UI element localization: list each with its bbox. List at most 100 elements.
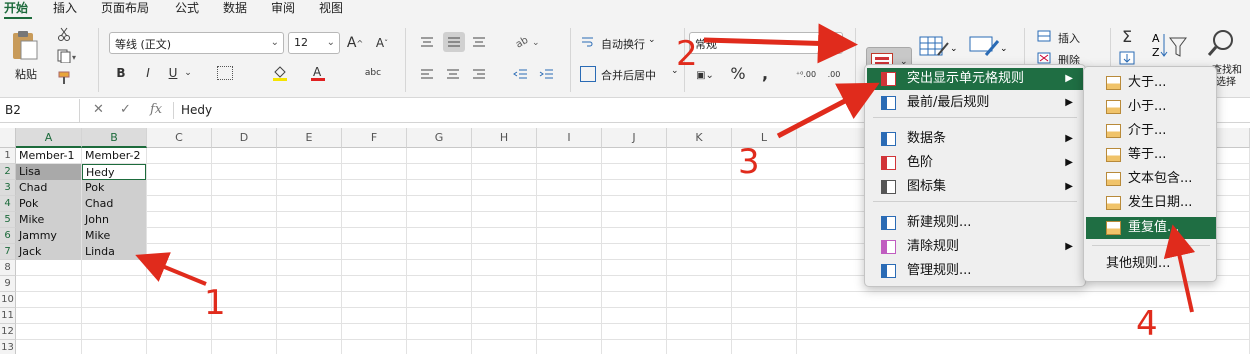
align-center-icon[interactable]: [444, 66, 462, 82]
column-header-h[interactable]: H: [472, 128, 537, 148]
row-header-5[interactable]: 5: [0, 212, 16, 228]
copy-icon[interactable]: ▾: [56, 48, 80, 64]
column-header-a[interactable]: A: [16, 128, 82, 148]
align-bottom-icon[interactable]: [470, 34, 488, 50]
decrease-decimal-icon[interactable]: .00: [823, 65, 845, 83]
column-header-j[interactable]: J: [602, 128, 667, 148]
tab-data[interactable]: 数据: [223, 1, 247, 15]
formula-input[interactable]: Hedy: [181, 103, 212, 117]
cell-b7[interactable]: Linda: [82, 244, 146, 260]
cf-menu-item-3[interactable]: 色阶 ▶: [867, 152, 1083, 174]
cell-a7[interactable]: Jack: [16, 244, 81, 260]
cf-menu-item-5[interactable]: 新建规则...: [867, 212, 1083, 234]
cell-a3[interactable]: Chad: [16, 180, 81, 196]
wrap-text-button[interactable]: 自动换行: [601, 36, 645, 52]
font-name-combo[interactable]: 等线 (正文) ⌄: [109, 32, 284, 54]
cf-menu-item-7[interactable]: 管理规则...: [867, 260, 1083, 282]
cell-a5[interactable]: Mike: [16, 212, 81, 228]
row-header-2[interactable]: 2: [0, 164, 16, 180]
autosum-icon[interactable]: Σ: [1118, 27, 1136, 46]
tab-page-layout[interactable]: 页面布局: [101, 1, 149, 15]
row-header-11[interactable]: 11: [0, 308, 16, 324]
insert-cells-button[interactable]: 插入: [1058, 30, 1080, 46]
highlight-rule-item-7[interactable]: 其他规则...: [1086, 253, 1216, 275]
tab-review[interactable]: 审阅: [271, 1, 295, 15]
highlight-rule-item-2[interactable]: 介于...: [1086, 120, 1216, 142]
cell-b3[interactable]: Pok: [82, 180, 146, 196]
find-select-label-2[interactable]: 选择: [1216, 77, 1236, 88]
name-box[interactable]: B2: [0, 99, 80, 122]
number-format-combo[interactable]: 常规: [689, 32, 843, 54]
sort-filter-icon[interactable]: AZ: [1150, 28, 1190, 64]
highlight-rule-item-4[interactable]: 文本包含...: [1086, 168, 1216, 190]
decrease-font-icon[interactable]: Aˇ: [372, 34, 392, 52]
tab-view[interactable]: 视图: [319, 1, 343, 15]
cell-b6[interactable]: Mike: [82, 228, 146, 244]
tab-insert[interactable]: 插入: [53, 1, 77, 15]
cell-styles-icon[interactable]: ⌄: [968, 33, 1008, 61]
merge-center-button[interactable]: 合并后居中: [601, 67, 656, 83]
confirm-icon[interactable]: ✓: [120, 102, 131, 117]
row-header-1[interactable]: 1: [0, 148, 16, 164]
cell-b2[interactable]: Hedy: [82, 164, 146, 180]
column-header-e[interactable]: E: [277, 128, 342, 148]
format-painter-icon[interactable]: [56, 70, 72, 86]
row-header-9[interactable]: 9: [0, 276, 16, 292]
delete-cells-icon[interactable]: [1036, 51, 1052, 65]
paste-button[interactable]: [6, 28, 42, 62]
percent-icon[interactable]: %: [729, 64, 747, 83]
font-color-icon[interactable]: A: [310, 64, 326, 82]
cell-b4[interactable]: Chad: [82, 196, 146, 212]
align-left-icon[interactable]: [418, 66, 436, 82]
highlight-rule-item-0[interactable]: 大于...: [1086, 72, 1216, 94]
cell-a2[interactable]: Lisa: [16, 164, 81, 180]
cf-menu-item-2[interactable]: 数据条 ▶: [867, 128, 1083, 150]
cf-menu-item-1[interactable]: 最前/最后规则 ▶: [867, 92, 1083, 114]
align-right-icon[interactable]: [470, 66, 488, 82]
cell-b5[interactable]: John: [82, 212, 146, 228]
fill-color-icon[interactable]: [272, 64, 288, 82]
increase-indent-icon[interactable]: [538, 66, 556, 82]
highlight-rule-item-1[interactable]: 小于...: [1086, 96, 1216, 118]
underline-icon[interactable]: U: [166, 65, 180, 81]
align-top-icon[interactable]: [418, 34, 436, 50]
cell-a6[interactable]: Jammy: [16, 228, 81, 244]
cancel-icon[interactable]: ✕: [93, 102, 104, 117]
align-middle-icon[interactable]: [443, 32, 465, 52]
cut-icon[interactable]: [56, 26, 72, 42]
font-size-combo[interactable]: 12 ⌄: [288, 32, 340, 54]
highlight-rule-item-5[interactable]: 发生日期...: [1086, 192, 1216, 214]
row-header-13[interactable]: 13: [0, 340, 16, 354]
row-header-7[interactable]: 7: [0, 244, 16, 260]
italic-icon[interactable]: I: [141, 65, 155, 81]
row-header-4[interactable]: 4: [0, 196, 16, 212]
cf-menu-item-6[interactable]: 清除规则 ▶: [867, 236, 1083, 258]
fill-icon[interactable]: [1118, 50, 1136, 66]
insert-function-icon[interactable]: fx: [150, 102, 162, 117]
column-header-b[interactable]: B: [82, 128, 147, 148]
column-header-d[interactable]: D: [212, 128, 277, 148]
cf-menu-item-0[interactable]: 突出显示单元格规则 ▶: [867, 68, 1083, 90]
column-header-i[interactable]: I: [537, 128, 602, 148]
chevron-down-icon[interactable]: ⌄: [183, 65, 193, 81]
borders-icon[interactable]: [217, 66, 233, 80]
cell-b1[interactable]: Member-2: [82, 148, 146, 164]
insert-cells-icon[interactable]: [1036, 29, 1052, 43]
cell-a4[interactable]: Pok: [16, 196, 81, 212]
bold-icon[interactable]: B: [114, 65, 128, 81]
wrap-text-icon[interactable]: [580, 34, 596, 50]
chevron-down-icon[interactable]: ⌄: [648, 35, 656, 45]
column-header-k[interactable]: K: [667, 128, 732, 148]
row-header-8[interactable]: 8: [0, 260, 16, 276]
increase-decimal-icon[interactable]: ⁺⁰.00: [795, 65, 817, 83]
format-as-table-icon[interactable]: ⌄: [918, 33, 958, 61]
row-header-10[interactable]: 10: [0, 292, 16, 308]
column-header-f[interactable]: F: [342, 128, 407, 148]
row-header-6[interactable]: 6: [0, 228, 16, 244]
highlight-rule-item-6[interactable]: 重复值...: [1086, 217, 1216, 239]
tab-home[interactable]: 开始: [4, 1, 28, 15]
column-header-g[interactable]: G: [407, 128, 472, 148]
cell-a1[interactable]: Member-1: [16, 148, 81, 164]
select-all-corner[interactable]: [0, 128, 16, 148]
column-header-c[interactable]: C: [147, 128, 212, 148]
